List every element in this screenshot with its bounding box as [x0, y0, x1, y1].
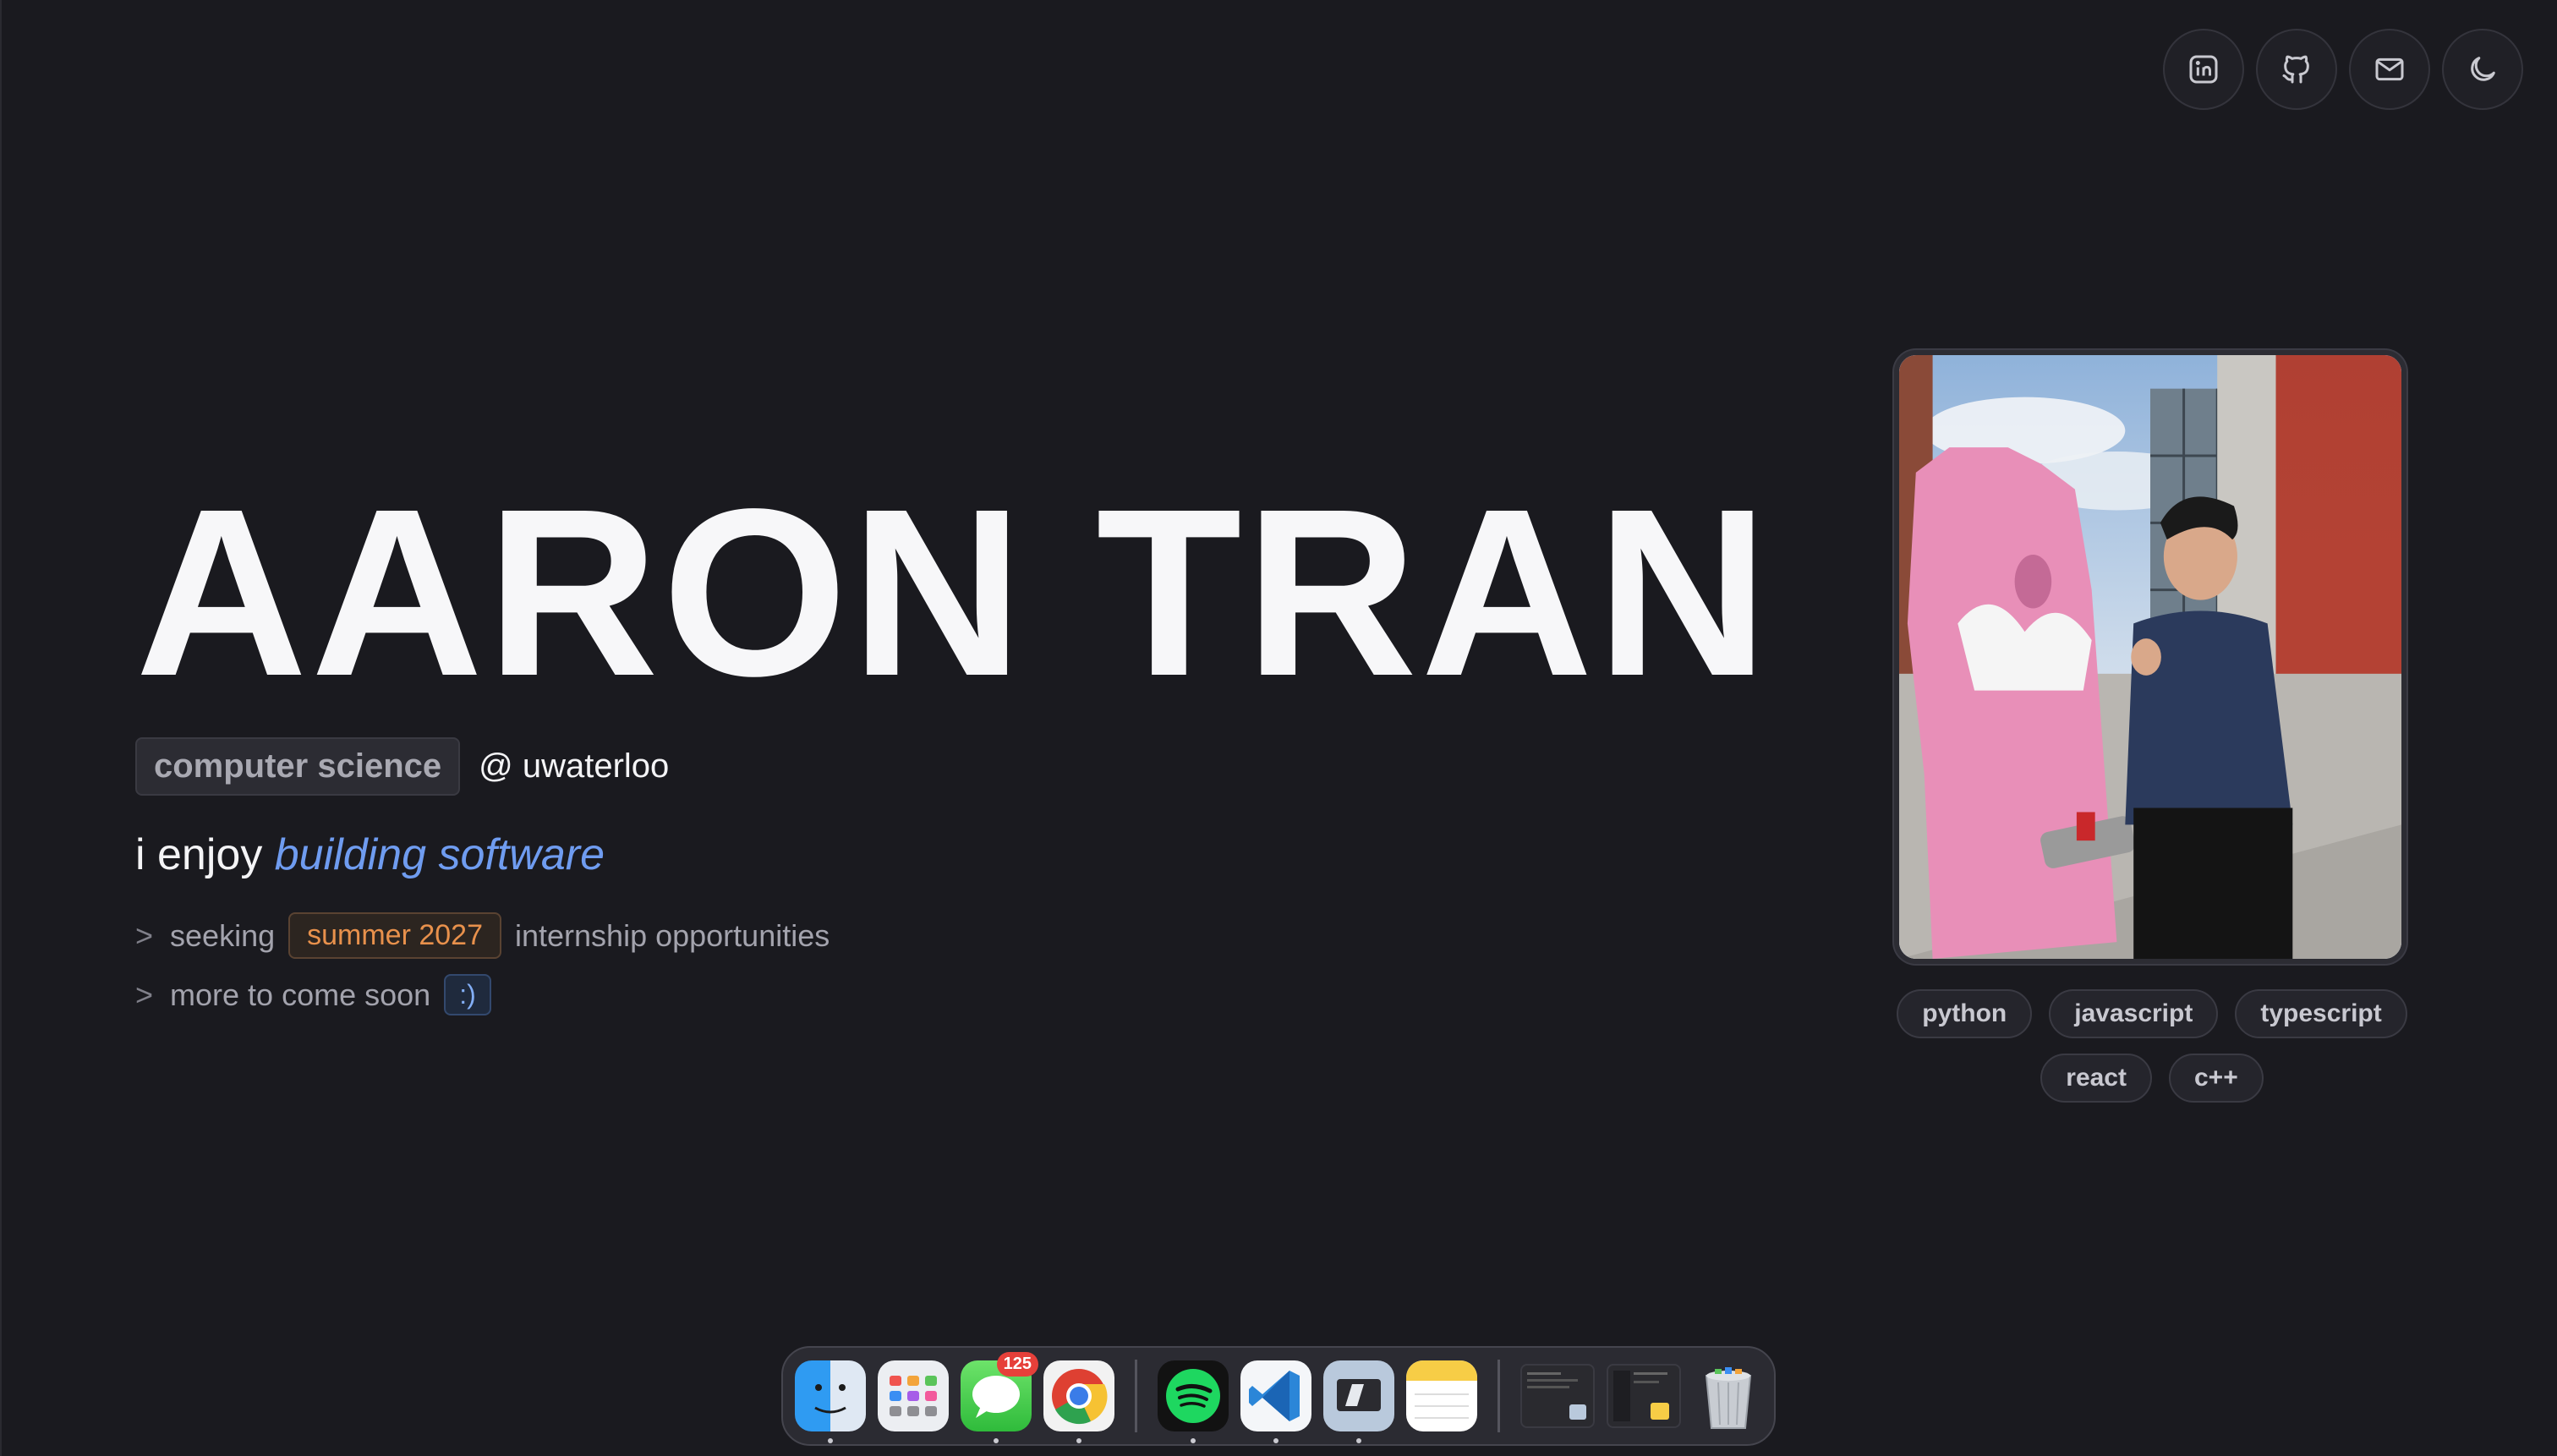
launchpad-icon	[890, 1376, 937, 1416]
window-thumbnail-icon	[1527, 1372, 1586, 1420]
theme-toggle-button[interactable]	[2442, 29, 2523, 110]
dock: 125	[781, 1346, 1776, 1446]
profile-photo	[1894, 350, 2406, 964]
notification-badge: 125	[996, 1352, 1038, 1377]
running-indicator	[1356, 1438, 1361, 1443]
parallels-icon	[1337, 1379, 1381, 1411]
seeking-prefix: seeking	[170, 917, 276, 953]
social-links	[2163, 29, 2523, 110]
dock-window-thumbnail[interactable]	[1607, 1364, 1681, 1428]
field-badge: computer science	[135, 737, 461, 796]
linkedin-icon	[2189, 55, 2218, 84]
dock-separator	[1498, 1360, 1500, 1432]
running-indicator	[1273, 1438, 1278, 1443]
running-indicator	[1191, 1438, 1196, 1443]
smiley-badge: :)	[444, 974, 491, 1015]
list-item: > seeking summer 2027 internship opportu…	[135, 912, 1772, 959]
tagline-highlight: building software	[274, 830, 605, 879]
vscode-icon	[1249, 1371, 1300, 1421]
bullet-marker: >	[135, 977, 154, 1012]
subtitle: computer science @ uwaterloo	[135, 737, 1772, 796]
skill-tag: typescript	[2235, 989, 2407, 1038]
page-title: AARON TRAN	[135, 459, 1772, 725]
skill-tag: python	[1897, 989, 2033, 1038]
dock-app-parallels[interactable]	[1323, 1360, 1394, 1443]
trash-icon	[1705, 1367, 1752, 1429]
github-icon	[2282, 55, 2309, 84]
moon-icon	[2471, 57, 2495, 81]
bullet-marker: >	[135, 917, 154, 953]
dock-app-vscode[interactable]	[1240, 1360, 1311, 1443]
list-item: > more to come soon :)	[135, 974, 1772, 1015]
linkedin-button[interactable]	[2163, 29, 2244, 110]
running-indicator	[1076, 1438, 1081, 1443]
finder-icon	[814, 1384, 846, 1414]
tagline-prefix: i enjoy	[135, 830, 263, 879]
dock-separator	[1135, 1360, 1137, 1432]
running-indicator	[994, 1438, 999, 1443]
more-text: more to come soon	[170, 977, 431, 1012]
school-text: @ uwaterloo	[479, 747, 670, 785]
status-list: > seeking summer 2027 internship opportu…	[135, 912, 1772, 1015]
dock-app-launchpad[interactable]	[878, 1360, 949, 1431]
dock-app-spotify[interactable]	[1158, 1360, 1229, 1443]
email-button[interactable]	[2349, 29, 2430, 110]
dock-app-finder[interactable]	[795, 1360, 866, 1443]
window-thumbnail-icon	[1613, 1371, 1669, 1421]
dock-app-chrome[interactable]	[1043, 1360, 1114, 1443]
dock-app-trash[interactable]	[1693, 1360, 1764, 1431]
tagline: i enjoy building software	[135, 829, 1772, 880]
photo-illustration	[1899, 355, 2401, 959]
spotify-icon	[1166, 1369, 1220, 1423]
github-button[interactable]	[2256, 29, 2337, 110]
seeking-suffix: internship opportunities	[515, 917, 830, 953]
skills-list: python javascript typescript react c++	[1886, 989, 2418, 1103]
portfolio-page: AARON TRAN computer science @ uwaterloo …	[0, 0, 2557, 1456]
dock-window-thumbnail[interactable]	[1520, 1364, 1595, 1428]
notes-icon	[1406, 1360, 1477, 1419]
dock-app-messages[interactable]: 125	[961, 1352, 1038, 1443]
term-badge: summer 2027	[288, 912, 501, 959]
skill-tag: javascript	[2049, 989, 2219, 1038]
mail-icon	[2375, 57, 2404, 81]
dock-app-notes[interactable]	[1406, 1360, 1477, 1431]
hero-section: AARON TRAN computer science @ uwaterloo …	[135, 473, 1772, 1031]
skill-tag: react	[2040, 1054, 2152, 1103]
chrome-icon	[1052, 1369, 1108, 1425]
running-indicator	[828, 1438, 833, 1443]
skill-tag: c++	[2168, 1054, 2264, 1103]
